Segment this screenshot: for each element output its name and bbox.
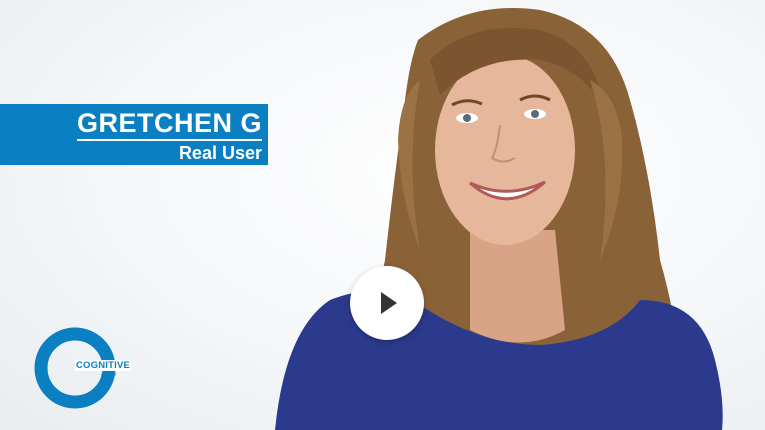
speaker-role: Real User <box>178 143 262 163</box>
play-button[interactable] <box>350 266 424 340</box>
brand-logo: COGNITIVE BOOST <box>33 326 132 410</box>
lower-third-name-tag: GRETCHEN G Real User <box>0 104 268 165</box>
logo-sub-text: BOOST <box>101 372 118 377</box>
play-icon <box>381 292 397 314</box>
logo-brand-text: COGNITIVE <box>75 360 132 371</box>
speaker-name: GRETCHEN G <box>76 108 262 141</box>
video-thumbnail[interactable]: GRETCHEN G Real User COGNITIVE BOOST <box>0 0 765 430</box>
